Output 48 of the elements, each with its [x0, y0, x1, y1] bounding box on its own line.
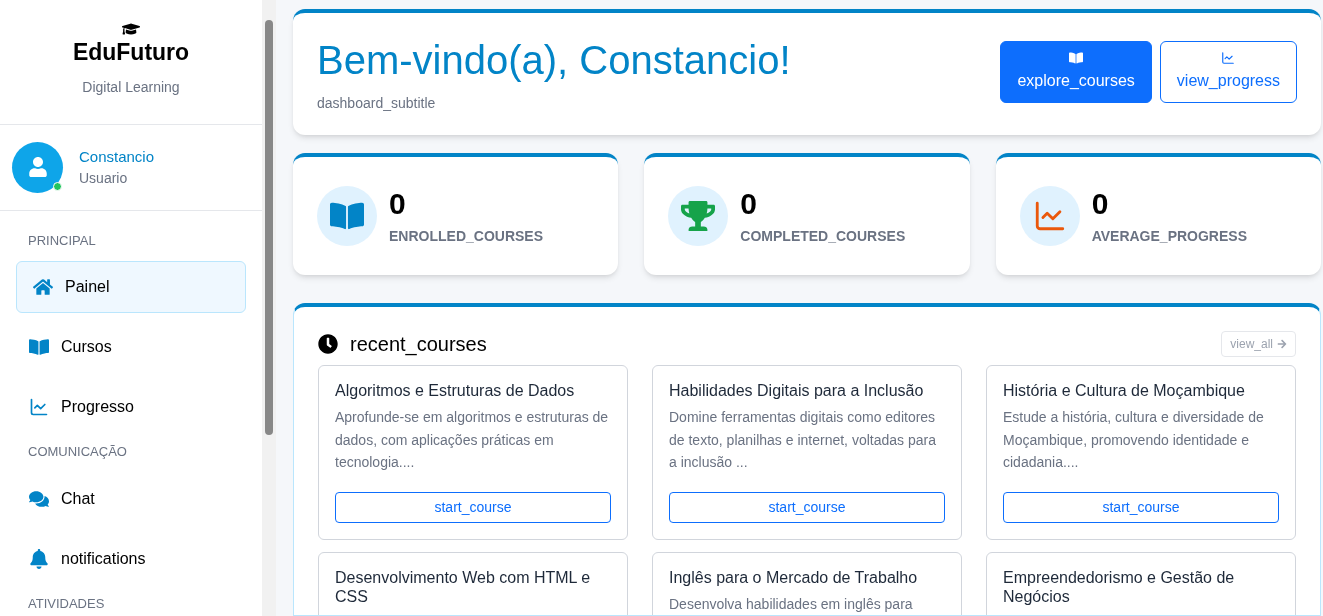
nav-item[interactable]: Progresso	[16, 381, 246, 434]
course-title: História e Cultura de Moçambique	[1003, 381, 1246, 400]
scrollbar[interactable]	[262, 0, 276, 616]
book-icon	[29, 337, 49, 358]
view-all-button[interactable]: view_all	[1221, 331, 1296, 357]
bell-icon	[29, 548, 49, 569]
stat-label: AVERAGE_PROGRESS	[1091, 227, 1247, 247]
nav-item[interactable]: notifications	[16, 532, 246, 585]
course-description: Desenvolva habilidades em inglês para	[669, 595, 914, 614]
stat-label: COMPLETED_COURSES	[740, 227, 906, 247]
home-icon	[33, 277, 53, 298]
chart-icon	[1221, 51, 1236, 65]
course-description: Aprofunde-se em algoritmos e estruturas de dados, com aplicações práticas em tecnologia....	[335, 408, 610, 472]
course-title: Algoritmos e Estruturas de Dados	[335, 381, 576, 400]
stat-value: 0	[389, 185, 407, 222]
welcome-title: Bem-vindo(a), Constancio!	[317, 36, 791, 84]
section-heading: PRINCIPAL	[27, 231, 97, 250]
user-icon	[27, 157, 48, 178]
stat-label: ENROLLED_COURSES	[389, 227, 544, 247]
welcome-subtitle: dashboard_subtitle	[317, 93, 437, 113]
brand-name: EduFuturo	[72, 38, 190, 67]
start-course-button[interactable]: start_course	[1003, 492, 1279, 523]
nav-item[interactable]: Cursos	[16, 321, 246, 374]
brand-tagline: Digital Learning	[82, 77, 180, 97]
section-heading: COMUNICAÇÃO	[27, 443, 128, 462]
book-icon	[1069, 51, 1084, 65]
chat-icon	[29, 488, 49, 509]
clock-icon	[318, 334, 338, 354]
start-course-button[interactable]: start_course	[669, 492, 945, 523]
course-title: Empreendedorismo e Gestão de Negócios	[1003, 568, 1236, 606]
action-button[interactable]: explore_courses	[1000, 41, 1152, 103]
stat-value: 0	[1091, 185, 1110, 222]
start-course-button[interactable]: start_course	[335, 492, 611, 523]
section-heading: ATIVIDADES	[27, 594, 106, 613]
course-title: Habilidades Digitais para a Inclusão	[669, 381, 925, 400]
course-description: Estude a história, cultura e diversidade de Moçambique, promovendo identidade e cidadania....	[1003, 408, 1265, 472]
stat-value: 0	[740, 185, 758, 222]
user-name: Constancio	[79, 146, 155, 167]
action-button[interactable]: view_progress	[1159, 41, 1297, 103]
chart-icon	[29, 397, 49, 418]
user-role: Usuario	[79, 169, 129, 188]
section-title: recent_courses	[350, 332, 487, 358]
nav-item[interactable]: Painel	[16, 261, 246, 314]
course-title: Inglês para o Mercado de Trabalho	[669, 568, 919, 587]
course-description: Domine ferramentas digitais como editores de texto, planilhas e internet, voltadas para a inclusão ...	[669, 408, 937, 472]
nav-item[interactable]: Chat	[16, 472, 246, 525]
arrow-icon	[1277, 339, 1287, 349]
course-title: Desenvolvimento Web com HTML e CSS	[335, 568, 592, 606]
